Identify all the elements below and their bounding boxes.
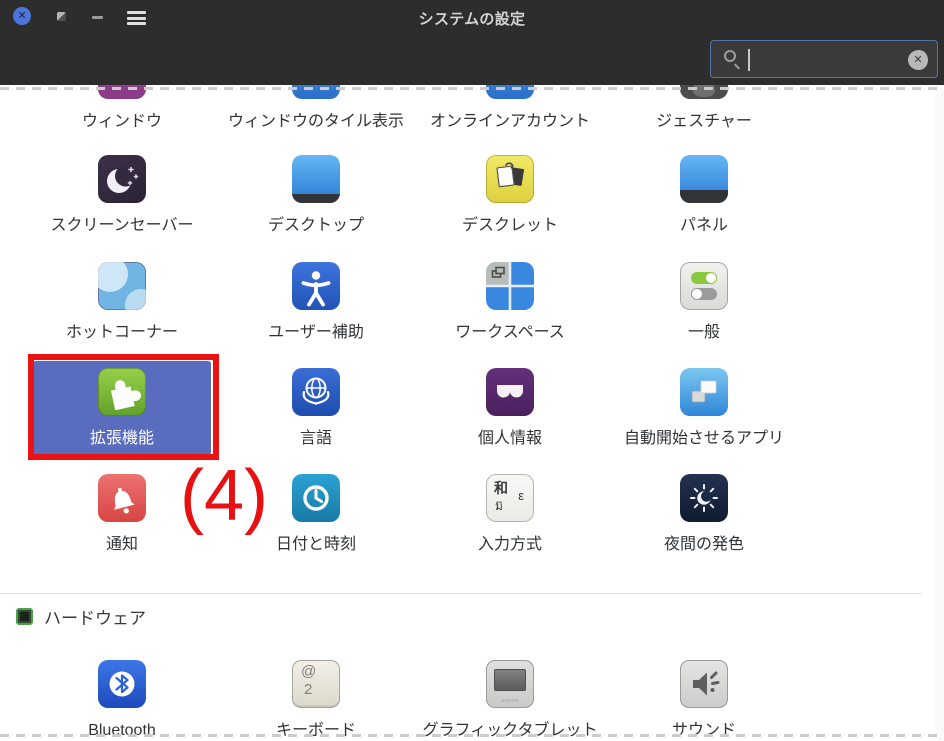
tile-label: 通知 xyxy=(106,535,138,554)
tile-keyboard[interactable]: @ 2 キーボード xyxy=(219,660,413,740)
keyboard-icon: @ 2 xyxy=(292,660,340,708)
chip-icon xyxy=(16,608,33,625)
tile-screensaver[interactable]: スクリーンセーバー xyxy=(25,155,219,235)
tile-label: サウンド xyxy=(672,721,736,740)
desklets-icon xyxy=(486,155,534,203)
glyph-2: 2 xyxy=(304,681,312,698)
titlebar: ✕ システムの設定 ✕ xyxy=(0,0,944,85)
privacy-mask-icon xyxy=(486,368,534,416)
languages-icon xyxy=(292,368,340,416)
tile-label: グラフィックタブレット xyxy=(422,721,597,740)
crop-marquee-top xyxy=(0,87,944,90)
graphics-tablet-icon: wacom xyxy=(486,660,534,708)
tile-accessibility[interactable]: ユーザー補助 xyxy=(219,262,413,342)
tile-label: 一般 xyxy=(688,323,720,342)
tile-label: 入力方式 xyxy=(478,535,542,554)
desktop-icon xyxy=(292,155,340,203)
tile-label: ジェスチャー xyxy=(656,112,752,131)
search-icon xyxy=(724,50,736,62)
tile-label: 言語 xyxy=(300,429,332,448)
tile-startup-apps[interactable]: 自動開始させるアプリ xyxy=(607,361,801,455)
tile-label: ウィンドウのタイル表示 xyxy=(228,112,404,131)
search-input[interactable] xyxy=(755,42,905,76)
tile-workspaces[interactable]: ワークスペース xyxy=(413,262,607,342)
glyph-cjk: 和 xyxy=(494,478,508,498)
general-icon xyxy=(680,262,728,310)
section-divider xyxy=(0,593,922,594)
window-title: システムの設定 xyxy=(0,8,944,29)
tile-windows[interactable]: ウィンドウ xyxy=(25,85,219,131)
glyph-thai: ม̃ xyxy=(495,497,503,516)
tile-hot-corners[interactable]: ホットコーナー xyxy=(25,262,219,342)
tile-languages[interactable]: 言語 xyxy=(219,361,413,455)
tile-panel[interactable]: パネル xyxy=(607,155,801,235)
tile-label: ユーザー補助 xyxy=(268,323,364,342)
tile-label: Bluetooth xyxy=(88,721,156,740)
tile-label: 夜間の発色 xyxy=(664,535,744,554)
workspaces-icon xyxy=(486,262,534,310)
tile-label: 自動開始させるアプリ xyxy=(624,429,784,448)
tile-label: ウィンドウ xyxy=(82,112,162,131)
tile-label: ワークスペース xyxy=(455,323,565,342)
tile-label: キーボード xyxy=(276,721,356,740)
night-light-icon xyxy=(680,474,728,522)
tile-desktop[interactable]: デスクトップ xyxy=(219,155,413,235)
scrollbar-track[interactable] xyxy=(935,85,944,741)
bluetooth-icon xyxy=(98,660,146,708)
crop-marquee-bottom xyxy=(0,734,944,737)
annotation-highlight-rect xyxy=(28,354,219,460)
search-box[interactable]: ✕ xyxy=(710,40,938,78)
glyph-at: @ xyxy=(301,663,316,680)
panel-icon xyxy=(680,155,728,203)
tile-label: デスクレット xyxy=(462,216,558,235)
tile-desklets[interactable]: デスクレット xyxy=(413,155,607,235)
tile-label: オンラインアカウント xyxy=(430,112,590,131)
tile-night-light[interactable]: 夜間の発色 xyxy=(607,474,801,554)
glyph-greek: ε xyxy=(518,488,524,503)
tile-sound[interactable]: サウンド xyxy=(607,660,801,740)
text-caret xyxy=(748,49,750,71)
tile-label: 日付と時刻 xyxy=(276,535,356,554)
section-title: ハードウェア xyxy=(44,604,146,629)
toggle-on-glyph xyxy=(691,272,717,284)
clock-icon xyxy=(292,474,340,522)
speaker-icon xyxy=(680,660,728,708)
tile-label: 個人情報 xyxy=(478,429,542,448)
tile-bluetooth[interactable]: Bluetooth xyxy=(25,660,219,740)
clear-search-icon[interactable]: ✕ xyxy=(908,50,928,70)
tile-graphics-tablet[interactable]: wacom グラフィックタブレット xyxy=(413,660,607,740)
toggle-off-glyph xyxy=(691,288,717,300)
settings-grid: ウィンドウ ウィンドウのタイル表示 オンラインアカウント ジェスチャー xyxy=(0,85,944,741)
annotation-callout: (4) xyxy=(180,457,268,536)
tablet-screen xyxy=(494,669,526,691)
startup-apps-icon xyxy=(680,368,728,416)
notifications-bell-icon xyxy=(98,474,146,522)
tile-label: デスクトップ xyxy=(268,216,364,235)
input-method-icon: 和 ม̃ ε xyxy=(486,474,534,522)
system-settings-window: ✕ システムの設定 ✕ ウィンドウ ウィンドウのタイル表示 xyxy=(0,0,944,741)
tile-gestures[interactable]: ジェスチャー xyxy=(607,85,801,131)
hot-corners-icon xyxy=(98,262,146,310)
tablet-brand-text: wacom xyxy=(486,698,534,704)
tile-privacy[interactable]: 個人情報 xyxy=(413,361,607,455)
tile-label: ホットコーナー xyxy=(66,323,178,342)
hardware-section-header: ハードウェア xyxy=(16,604,146,629)
tile-general[interactable]: 一般 xyxy=(607,262,801,342)
tile-label: パネル xyxy=(680,216,728,235)
tile-window-tiling[interactable]: ウィンドウのタイル表示 xyxy=(219,85,413,131)
tile-input-method[interactable]: 和 ม̃ ε 入力方式 xyxy=(413,474,607,554)
tile-label: スクリーンセーバー xyxy=(50,216,193,235)
accessibility-icon xyxy=(292,262,340,310)
screensaver-icon xyxy=(98,155,146,203)
tile-online-accounts[interactable]: オンラインアカウント xyxy=(413,85,607,131)
